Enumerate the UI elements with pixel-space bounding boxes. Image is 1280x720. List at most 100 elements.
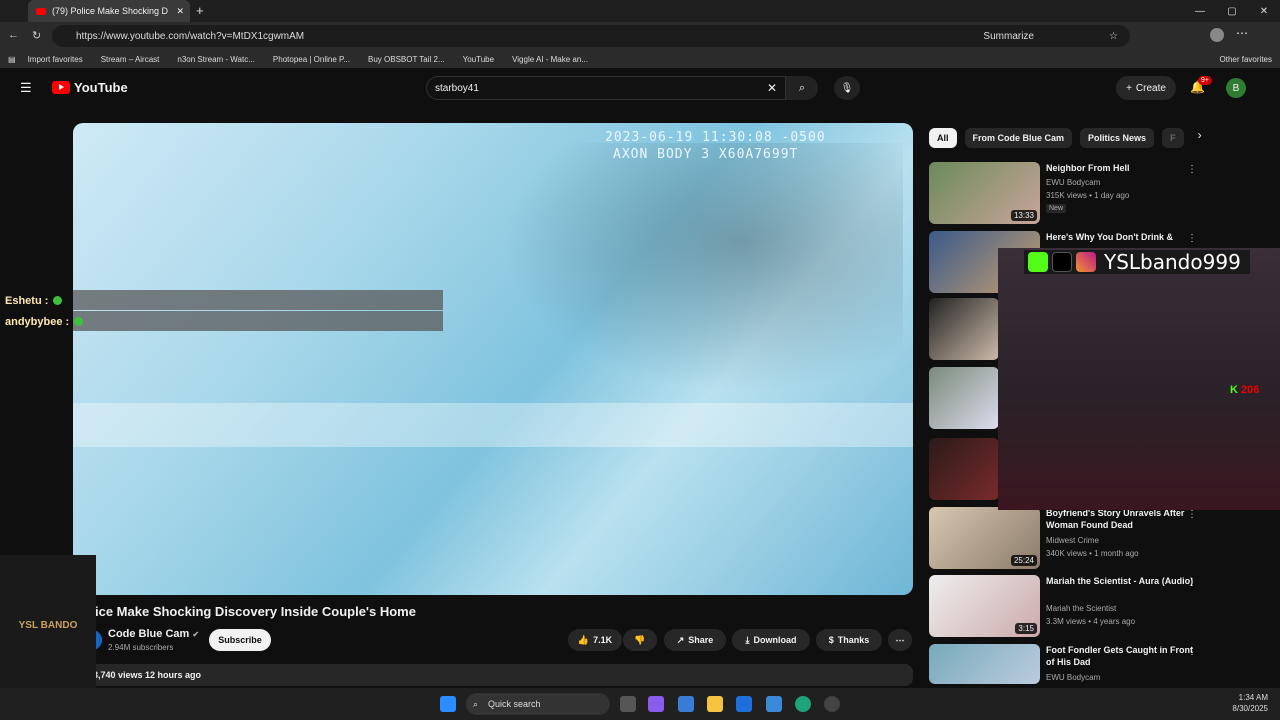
refresh-icon[interactable]: ↻ (32, 29, 41, 42)
video-title: ice Make Shocking Discovery Inside Coupl… (95, 604, 416, 619)
chat-emote-icon (74, 317, 84, 326)
avatar[interactable]: B (1226, 78, 1246, 98)
thumbs-down-icon: 👎 (634, 634, 646, 645)
video-thumbnail[interactable]: 13:33 (929, 162, 1040, 224)
more-vertical-icon[interactable]: ⋮ (1187, 509, 1197, 520)
video-player[interactable]: 2023-06-19 11:30:08 -0500 AXON BODY 3 X6… (73, 123, 913, 595)
video-thumbnail[interactable] (929, 438, 999, 500)
address-bar-row: ← ↻ https://www.youtube.com/watch?v=MtDX… (0, 22, 1280, 50)
bookmark-item[interactable]: Viggle AI - Make an... (512, 55, 588, 64)
create-button[interactable]: + Create (1116, 76, 1176, 100)
like-button[interactable]: 👍 7.1K (568, 629, 622, 651)
viewer-count: K 206 (1230, 384, 1260, 396)
chip-all[interactable]: All (929, 128, 957, 148)
youtube-logo[interactable]: YouTube (52, 80, 128, 95)
app-icon[interactable] (824, 696, 840, 712)
other-favorites[interactable]: Other favorites (1220, 55, 1272, 64)
filter-chips: All From Code Blue Cam Politics News F › (929, 128, 1202, 148)
store-icon[interactable] (678, 696, 694, 712)
list-item[interactable]: Foot Fondler Gets Caught in Front of His… (929, 644, 1269, 684)
video-thumbnail[interactable] (929, 644, 1040, 684)
bookmarks-bar: ▤ Import favorites Stream – Aircast n3on… (0, 50, 1280, 68)
video-thumbnail[interactable] (929, 367, 999, 429)
tab-title: (79) Police Make Shocking D (52, 6, 169, 16)
windows-start-icon[interactable] (440, 696, 456, 712)
stream-chat-overlay: Eshetu : andybybee : (0, 290, 444, 332)
more-actions-button[interactable]: ⋯ (888, 629, 912, 651)
browser-tab-active[interactable]: (79) Police Make Shocking D ✕ (28, 0, 190, 22)
chat-message: andybybee : (0, 311, 444, 332)
file-explorer-icon[interactable] (707, 696, 723, 712)
clear-search-icon[interactable]: ✕ (767, 81, 777, 95)
more-vertical-icon[interactable]: ⋮ (1187, 646, 1197, 657)
outlook-icon[interactable] (736, 696, 752, 712)
url-text: https://www.youtube.com/watch?v=MtDX1cgw… (76, 30, 305, 42)
profile-icon[interactable] (1210, 28, 1224, 42)
bookmark-item[interactable]: Stream – Aircast (101, 55, 160, 64)
url-field[interactable]: https://www.youtube.com/watch?v=MtDX1cgw… (52, 25, 1130, 47)
maximize-icon[interactable]: ▢ (1216, 0, 1248, 22)
close-window-icon[interactable]: ✕ (1248, 0, 1280, 22)
video-foliage (503, 143, 903, 393)
more-vertical-icon[interactable]: ⋮ (1187, 577, 1197, 588)
favorite-star-icon[interactable]: ☆ (1109, 31, 1118, 42)
list-item[interactable]: 13:33 Neighbor From Hell EWU Bodycam 315… (929, 162, 1269, 226)
window-controls: — ▢ ✕ (1184, 0, 1280, 22)
search-input[interactable]: starboy41 ✕ (426, 76, 786, 100)
search-icon: ⌕ (798, 81, 806, 94)
copilot-icon[interactable] (648, 696, 664, 712)
streamer-handle-tag: YSLbando999 (1024, 250, 1250, 274)
bookmark-item[interactable]: Buy OBSBOT Tail 2... (368, 55, 445, 64)
sidebar-toggle-icon[interactable]: ▤ (8, 55, 16, 64)
browser-tab-bar: (79) Police Make Shocking D ✕ + — ▢ ✕ (0, 0, 1280, 22)
bookmark-item[interactable]: Import favorites (28, 55, 83, 64)
verified-icon: ✔ (192, 630, 200, 639)
more-vertical-icon[interactable]: ⋮ (1187, 233, 1197, 244)
video-thumbnail[interactable]: 25:24 (929, 507, 1040, 569)
dislike-button[interactable]: 👎 (623, 629, 657, 651)
youtube-favicon-icon (36, 7, 46, 15)
channel-name[interactable]: Code Blue Cam ✔ (108, 628, 199, 640)
new-tab-icon[interactable]: + (196, 3, 204, 18)
tab-close-icon[interactable]: ✕ (176, 6, 184, 17)
youtube-header: ☰ YouTube starboy41 ✕ ⌕ 🎙 + Create 🔔 9+ B (0, 68, 1280, 108)
back-icon[interactable]: ← (8, 29, 19, 41)
more-icon[interactable]: ⋯ (1236, 26, 1248, 40)
views-and-date[interactable]: 3,740 views 12 hours ago (73, 664, 913, 686)
share-button[interactable]: ↗ Share (664, 629, 726, 651)
thumbs-up-icon: 👍 (577, 634, 590, 645)
bookmark-item[interactable]: Photopea | Online P... (273, 55, 350, 64)
more-vertical-icon[interactable]: ⋮ (1187, 164, 1197, 175)
chat-message: Eshetu : (0, 290, 444, 311)
mic-icon: 🎙 (840, 82, 854, 94)
list-item[interactable]: 3:15 Mariah the Scientist - Aura (Audio)… (929, 575, 1269, 639)
edge-icon[interactable] (795, 696, 811, 712)
chip-politics-news[interactable]: Politics News (1080, 128, 1155, 148)
minimize-icon[interactable]: — (1184, 0, 1216, 22)
chip-more[interactable]: F (1162, 128, 1184, 148)
youtube-play-icon (52, 81, 70, 94)
photos-icon[interactable] (766, 696, 782, 712)
tiktok-icon (1052, 252, 1072, 272)
search-button[interactable]: ⌕ (786, 76, 818, 100)
menu-icon[interactable]: ☰ (20, 80, 32, 96)
thanks-button[interactable]: $ Thanks (816, 629, 882, 651)
video-thumbnail[interactable]: 3:15 (929, 575, 1040, 637)
streamer-logo-overlay: YSL BANDO (0, 555, 96, 695)
chevron-right-icon[interactable]: › (1198, 128, 1202, 148)
download-button[interactable]: ⤓ Download (732, 629, 810, 651)
list-item[interactable]: 25:24 Boyfriend's Story Unravels After W… (929, 507, 1269, 571)
subscribe-button[interactable]: Subscribe (209, 629, 271, 651)
summarize-label[interactable]: Summarize (983, 31, 1034, 42)
voice-search-button[interactable]: 🎙 (834, 76, 860, 100)
bookmark-item[interactable]: YouTube (463, 55, 494, 64)
streamer-webcam-overlay (998, 248, 1280, 510)
bookmark-item[interactable]: n3on Stream - Watc... (177, 55, 255, 64)
task-view-icon[interactable] (620, 696, 636, 712)
system-clock[interactable]: 1:34 AM 8/30/2025 (1232, 692, 1268, 714)
video-thumbnail[interactable] (929, 298, 999, 360)
chip-code-blue-cam[interactable]: From Code Blue Cam (964, 128, 1073, 148)
chat-emote-icon (53, 296, 63, 305)
download-icon: ⤓ (745, 634, 750, 645)
taskbar-search[interactable]: ⌕ Quick search (466, 693, 610, 715)
